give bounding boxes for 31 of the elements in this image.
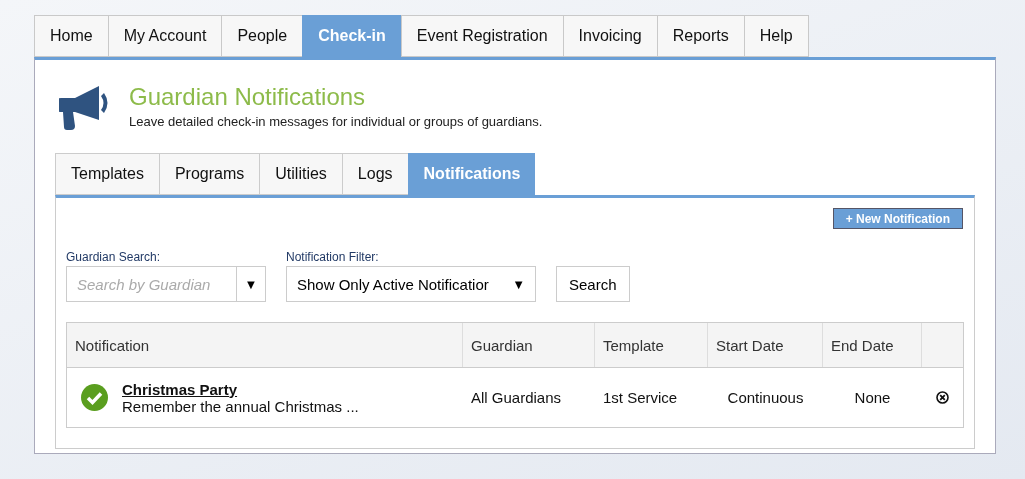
table-cell-text: 1st Service	[602, 388, 679, 408]
field-label: Guardian Search:	[66, 250, 161, 264]
notification-filter-dropdown[interactable]: Show Only Active Notificatior ▼	[286, 266, 536, 302]
page-subtitle: Leave detailed check-in messages for individual or groups of guardians.	[129, 114, 543, 129]
field-label: Notification Filter:	[286, 250, 379, 264]
page-title: Guardian Notifications	[129, 83, 367, 111]
nav-tab[interactable]: People	[221, 15, 303, 57]
section-tab[interactable]: Templates	[55, 153, 159, 195]
column-header: Template	[595, 323, 708, 367]
nav-tab[interactable]: Reports	[656, 15, 744, 57]
guardian-search-field[interactable]: Search by Guardian	[66, 266, 236, 302]
section-tab[interactable]: Programs	[158, 153, 260, 195]
delete-icon[interactable]	[936, 391, 949, 404]
nav-tab[interactable]: Home	[34, 15, 108, 57]
notification-message: Remember the annual Christmas ...	[122, 397, 359, 415]
table-cell-text: All Guardians	[470, 388, 563, 408]
notification-link[interactable]: Christmas Party	[122, 380, 238, 398]
column-header: Guardian	[463, 323, 595, 367]
section-tab[interactable]: Logs	[341, 153, 408, 195]
nav-tab[interactable]: Invoicing	[562, 15, 657, 57]
nav-tab[interactable]: Help	[743, 15, 809, 57]
nav-tab[interactable]: Event Registration	[400, 15, 563, 57]
column-header: Start Date	[708, 323, 823, 367]
column-header: Notification	[67, 323, 463, 367]
section-tab[interactable]: Utilities	[259, 153, 342, 195]
dropdown-button[interactable]: ▼	[236, 266, 266, 302]
table-cell-text: Continuous	[726, 388, 805, 408]
column-header: End Date	[823, 323, 922, 367]
search-button[interactable]: Search	[556, 266, 630, 302]
table-cell-text: None	[853, 388, 892, 408]
nav-tab[interactable]: My Account	[107, 15, 222, 57]
